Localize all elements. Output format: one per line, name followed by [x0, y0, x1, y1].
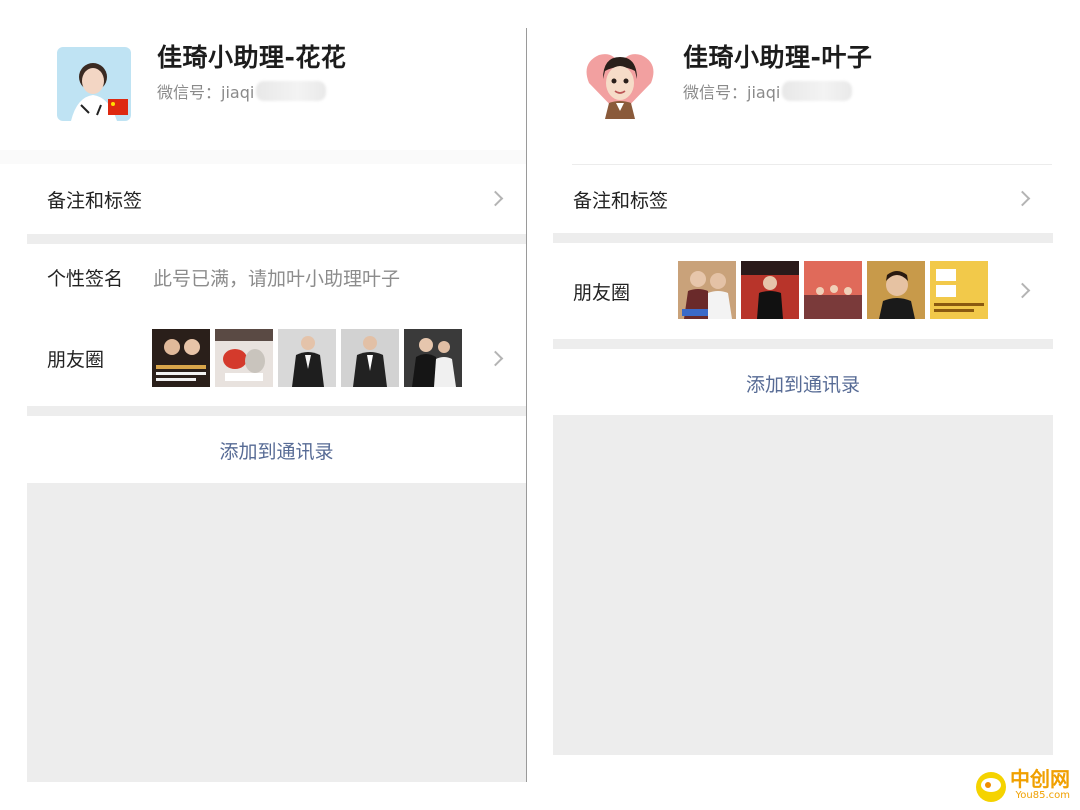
remarks-label: 备注和标签	[47, 189, 143, 212]
moments-thumbnail	[404, 329, 462, 387]
moments-thumbnail	[741, 261, 799, 319]
section-separator	[0, 150, 527, 164]
contact-name: 佳琦小助理-叶子	[683, 43, 873, 72]
moments-photo-icon	[152, 329, 210, 387]
signature-label: 个性签名	[47, 267, 124, 290]
empty-area	[553, 415, 1053, 755]
moments-label: 朋友圈	[47, 348, 105, 371]
moments-thumbnail	[930, 261, 988, 319]
moments-thumbnail	[867, 261, 925, 319]
wechat-id-text: 微信号：jiaqi	[157, 83, 255, 102]
moments-photo-icon	[741, 261, 799, 319]
section-separator	[27, 234, 526, 244]
chevron-right-icon	[487, 350, 504, 367]
avatar[interactable]	[583, 45, 657, 119]
watermark-text: 中创网 You85.com	[1010, 768, 1070, 802]
panel-divider	[526, 28, 527, 782]
moments-photo-icon	[341, 329, 399, 387]
add-to-contacts-button[interactable]: 添加到通讯录	[553, 370, 1053, 397]
moments-thumbnail	[152, 329, 210, 387]
contact-card-right: 佳琦小助理-叶子 微信号：jiaqi 备注和标签 朋友圈 添加到通讯录	[528, 0, 1080, 810]
chevron-right-icon	[1014, 282, 1031, 299]
remarks-and-tags-row[interactable]: 备注和标签	[553, 165, 1053, 233]
add-contact-row[interactable]: 添加到通讯录	[553, 349, 1053, 415]
moments-thumbnail	[278, 329, 336, 387]
section-separator	[553, 233, 1053, 243]
empty-area	[27, 483, 526, 782]
moments-thumbnail	[678, 261, 736, 319]
watermark-logo-icon	[976, 772, 1006, 802]
moments-label: 朋友圈	[573, 281, 631, 304]
moments-thumbnail	[215, 329, 273, 387]
signature-row: 个性签名 此号已满，请加叶小助理叶子	[27, 244, 526, 310]
remarks-label: 备注和标签	[573, 189, 669, 212]
contact-card-left: 佳琦小助理-花花 微信号：jiaqi 备注和标签 个性签名 此号已满，请加叶小助…	[0, 0, 527, 810]
section-separator	[27, 406, 526, 416]
moments-row[interactable]: 朋友圈	[553, 243, 1053, 339]
section-separator	[553, 339, 1053, 349]
signature-value: 此号已满，请加叶小助理叶子	[153, 268, 401, 290]
moments-photo-icon	[930, 261, 988, 319]
moments-photo-icon	[867, 261, 925, 319]
contact-name: 佳琦小助理-花花	[157, 43, 347, 72]
add-contact-row[interactable]: 添加到通讯录	[27, 416, 526, 483]
wechat-id: 微信号：jiaqi	[157, 79, 327, 103]
redaction-blur	[782, 81, 853, 101]
avatar-cartoon-icon	[583, 45, 657, 119]
watermark-name: 中创网	[1010, 767, 1070, 791]
moments-photo-icon	[804, 261, 862, 319]
remarks-and-tags-row[interactable]: 备注和标签	[27, 164, 526, 234]
moments-photo-icon	[215, 329, 273, 387]
wechat-id: 微信号：jiaqi	[683, 79, 853, 103]
add-to-contacts-button[interactable]: 添加到通讯录	[27, 437, 526, 464]
moments-photo-icon	[678, 261, 736, 319]
avatar[interactable]	[57, 47, 131, 121]
watermark-url: You85.com	[1015, 790, 1071, 801]
moments-thumbnail	[804, 261, 862, 319]
moments-row[interactable]: 朋友圈	[27, 310, 526, 406]
redaction-blur	[256, 81, 327, 101]
moments-thumbnail	[341, 329, 399, 387]
avatar-photo-icon	[57, 47, 131, 121]
wechat-id-text: 微信号：jiaqi	[683, 83, 781, 102]
chevron-right-icon	[1014, 190, 1031, 207]
watermark: 中创网 You85.com	[976, 768, 1070, 802]
moments-photo-icon	[278, 329, 336, 387]
moments-photo-icon	[404, 329, 462, 387]
chevron-right-icon	[487, 190, 504, 207]
